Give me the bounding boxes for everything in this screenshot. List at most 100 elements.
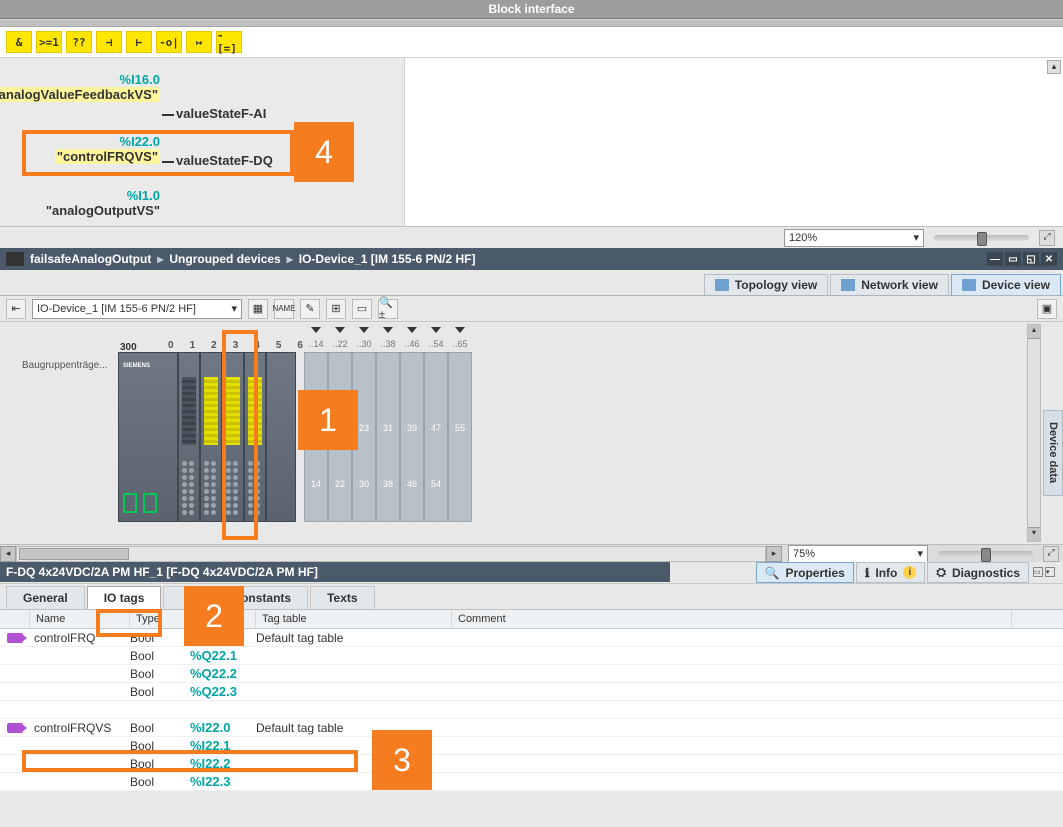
tag3-address: %I1.0 — [46, 188, 160, 203]
expand-icon[interactable]: ⤢ — [1039, 230, 1055, 246]
tab-diagnostics[interactable]: ⛭Diagnostics — [927, 562, 1029, 583]
side-tab-device-data[interactable]: Device data — [1043, 410, 1063, 496]
slot-col[interactable]: ..463946 — [400, 352, 424, 522]
maximize-button[interactable]: ◱ — [1023, 252, 1039, 266]
table-row[interactable]: Bool%Q22.1 — [0, 647, 1063, 665]
tag1-address: %I16.0 — [0, 72, 160, 87]
module-slot-3[interactable] — [222, 352, 244, 522]
slot-col[interactable]: ..302330 — [352, 352, 376, 522]
zoom-bar-editor: 120%▾ ⤢ — [0, 226, 1063, 248]
tool-contact2[interactable]: ⊢ — [126, 31, 152, 53]
slot-col[interactable]: ..383138 — [376, 352, 400, 522]
bc-root[interactable]: failsafeAnalogOutput — [30, 252, 151, 266]
tb-btn-5[interactable]: ▭ — [352, 299, 372, 319]
device-view-canvas[interactable]: Baugruppenträge... 300 0123456 SIEMENS .… — [0, 322, 1063, 544]
module-slot-4[interactable] — [244, 352, 266, 522]
col-name[interactable]: Name — [30, 610, 130, 628]
table-row[interactable] — [0, 701, 1063, 719]
table-row[interactable]: controlFRQBool%Q22.0Default tag table — [0, 629, 1063, 647]
collapse-btn[interactable]: ▭ — [1033, 567, 1043, 577]
col-tagtable[interactable]: Tag table — [256, 610, 452, 628]
subtab-sysconst[interactable]: constants — [163, 586, 308, 609]
dropdown-icon: ▾ — [917, 547, 923, 560]
block-editor[interactable]: %I16.0 "analogValueFeedbackVS" valueStat… — [0, 58, 1063, 226]
tb-btn-4[interactable]: ⊞ — [326, 299, 346, 319]
tb-btn-3[interactable]: ✎ — [300, 299, 320, 319]
minimize-button[interactable]: — — [987, 252, 1003, 266]
slot-col[interactable]: ..6555 — [448, 352, 472, 522]
zoom-level-editor[interactable]: 120%▾ — [784, 229, 924, 247]
zoom-in-btn[interactable]: 🔍 ± — [378, 299, 398, 319]
scroll-down-icon[interactable]: ▾ — [1028, 527, 1040, 541]
subtab-iotags[interactable]: IO tags — [87, 586, 162, 609]
tab-topology-view[interactable]: Topology view — [704, 274, 828, 295]
expand-icon[interactable]: ⤢ — [1043, 546, 1059, 562]
module-slot-5[interactable] — [266, 352, 296, 522]
tag2-pin: valueStateF-DQ — [176, 153, 273, 168]
zoom-level-device[interactable]: 75%▾ — [788, 545, 928, 563]
tag-icon — [7, 633, 23, 643]
close-button[interactable]: ✕ — [1041, 252, 1057, 266]
properties-icon: 🔍 — [765, 566, 780, 580]
bc-leaf[interactable]: IO-Device_1 [IM 155-6 PN/2 HF] — [299, 252, 476, 266]
slot-col[interactable]: ..544754 — [424, 352, 448, 522]
col-icon[interactable] — [0, 610, 30, 628]
table-row[interactable]: Bool%I22.1 — [0, 737, 1063, 755]
hscroll-thumb[interactable] — [19, 548, 129, 560]
hscroll-device[interactable]: ◂ ▸ 75%▾ ⤢ — [0, 544, 1063, 562]
table-row[interactable]: Bool%Q22.3 — [0, 683, 1063, 701]
scroll-right-icon[interactable]: ▸ — [766, 546, 782, 562]
nav-back-button[interactable]: ⇤ — [6, 299, 26, 319]
wire — [162, 161, 174, 163]
tb-btn-1[interactable]: ▦ — [248, 299, 268, 319]
zoom-slider-device[interactable] — [938, 551, 1033, 557]
fbd-toolbar: & >=1 ?? ⊣ ⊢ -o| ↦ -[=] — [0, 27, 1063, 58]
expand-btn[interactable]: ▾ — [1045, 567, 1055, 577]
subtab-texts[interactable]: Texts — [310, 586, 374, 609]
tag2-symbol[interactable]: "controlFRQVS" — [55, 149, 160, 164]
tool-branch[interactable]: ↦ — [186, 31, 212, 53]
col-address[interactable]: Address — [190, 610, 256, 628]
scroll-up-btn[interactable]: ▴ — [1047, 60, 1061, 74]
tab-network-view[interactable]: Network view — [830, 274, 949, 295]
bc-mid[interactable]: Ungrouped devices — [169, 252, 280, 266]
subtab-general[interactable]: General — [6, 586, 85, 609]
editor-canvas[interactable]: %I16.0 "analogValueFeedbackVS" valueStat… — [0, 58, 405, 226]
vscroll[interactable]: ▴ ▾ — [1027, 324, 1041, 542]
tab-properties[interactable]: 🔍Properties — [756, 562, 854, 583]
module-slot-2[interactable] — [200, 352, 222, 522]
tab-info[interactable]: ℹInfoi — [856, 562, 926, 583]
col-comment[interactable]: Comment — [452, 610, 1012, 628]
table-row[interactable]: Bool%I22.2 — [0, 755, 1063, 773]
slot-col[interactable]: ..14714 — [304, 352, 328, 522]
tag1-symbol[interactable]: "analogValueFeedbackVS" — [0, 87, 160, 102]
grid-body[interactable]: controlFRQBool%Q22.0Default tag tableBoo… — [0, 629, 1063, 791]
slot-col[interactable]: ..221522 — [328, 352, 352, 522]
tool-box[interactable]: -[=] — [216, 31, 242, 53]
col-type[interactable]: Type — [130, 610, 190, 628]
module-slot-1[interactable] — [178, 352, 200, 522]
property-sub-tabs: General IO tags constants Texts — [0, 584, 1063, 610]
table-row[interactable]: controlFRQVSBool%I22.0Default tag table — [0, 719, 1063, 737]
scroll-up-icon[interactable]: ▴ — [1028, 325, 1040, 339]
block-interface-title: Block interface — [0, 0, 1063, 19]
properties-tab-row: F-DQ 4x24VDC/2A PM HF_1 [F-DQ 4x24VDC/2A… — [0, 562, 1063, 584]
tool-coil[interactable]: -o| — [156, 31, 182, 53]
hscroll-track[interactable] — [16, 546, 766, 562]
tool-unknown[interactable]: ?? — [66, 31, 92, 53]
tag3-symbol[interactable]: "analogOutputVS" — [46, 203, 160, 218]
scroll-left-icon[interactable]: ◂ — [0, 546, 16, 562]
table-row[interactable]: Bool%Q22.2 — [0, 665, 1063, 683]
device-selector[interactable]: IO-Device_1 [IM 155-6 PN/2 HF]▾ — [32, 299, 242, 319]
tool-ge1[interactable]: >=1 — [36, 31, 62, 53]
zoom-slider-editor[interactable] — [934, 235, 1029, 241]
tool-contact[interactable]: ⊣ — [96, 31, 122, 53]
table-row[interactable]: Bool%I22.3 — [0, 773, 1063, 791]
tab-device-view[interactable]: Device view — [951, 274, 1061, 295]
module-im[interactable]: SIEMENS — [118, 352, 178, 522]
rack[interactable]: SIEMENS ..14714 ..221522 ..302330 ..3831… — [118, 352, 472, 522]
tool-and[interactable]: & — [6, 31, 32, 53]
tb-btn-2[interactable]: NAME — [274, 299, 294, 319]
window-button[interactable]: ▭ — [1005, 252, 1021, 266]
tb-btn-right[interactable]: ▣ — [1037, 299, 1057, 319]
